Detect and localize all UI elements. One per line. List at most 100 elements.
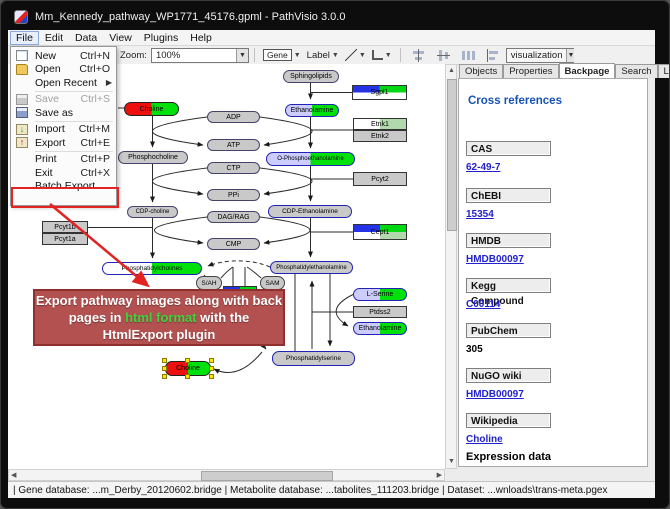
menu-plugins[interactable]: Plugins [138, 31, 184, 45]
node-choline-top[interactable]: Choline [124, 102, 179, 116]
new-label-button[interactable]: Label ▼ [307, 50, 339, 61]
node-atp[interactable]: ATP [207, 139, 260, 151]
node-pcyt1a[interactable]: Pcyt1a [42, 233, 88, 245]
chevron-down-icon[interactable]: ▼ [294, 52, 301, 59]
chevron-down-icon[interactable]: ▼ [359, 52, 366, 59]
menu-item-export[interactable]: ↑ExportCtrl+E [11, 136, 116, 150]
menu-item-label: Save [35, 93, 59, 105]
node-sam[interactable]: SAM [260, 276, 285, 290]
selection-handle[interactable] [209, 366, 214, 371]
scroll-down-icon[interactable]: ▼ [448, 457, 455, 467]
new-line-button[interactable]: ▼ [345, 49, 366, 61]
node-phosphatidylethanolamine[interactable]: Phosphatidylethanolamine [270, 261, 353, 274]
xref-link[interactable]: C00114 [466, 299, 500, 310]
node-sgpl1[interactable]: Sgpl1 [352, 85, 407, 100]
menu-shortcut: Ctrl+O [79, 63, 110, 75]
toolbar-separator [400, 48, 401, 62]
tab-properties[interactable]: Properties [503, 64, 558, 78]
align-center-y-icon[interactable] [437, 49, 450, 62]
selection-handle[interactable] [209, 358, 214, 363]
chevron-down-icon[interactable]: ▼ [566, 49, 574, 62]
selection-handle[interactable] [185, 358, 190, 363]
node-cept1[interactable]: Cept1 [353, 224, 407, 240]
menu-data[interactable]: Data [69, 31, 103, 45]
tab-objects[interactable]: Objects [459, 64, 503, 78]
align-center-x-icon[interactable] [412, 49, 425, 62]
node-ctp[interactable]: CTP [207, 162, 260, 174]
chevron-down-icon[interactable]: ▼ [332, 52, 339, 59]
menu-file[interactable]: File [10, 31, 39, 45]
xref-link[interactable]: Choline [466, 434, 503, 445]
node-ethanolamine-top[interactable]: Ethanolamine [285, 104, 339, 117]
canvas-horizontal-scrollbar[interactable]: ◀ ▶ [8, 469, 445, 481]
vertical-scroll-thumb[interactable] [447, 79, 457, 231]
menu-item-import[interactable]: ↓ImportCtrl+M [11, 123, 116, 137]
node-pcyt1b[interactable]: Pcyt1b [42, 221, 88, 233]
menu-shortcut: Ctrl+S [81, 93, 110, 105]
xref-link[interactable]: HMDB00097 [466, 389, 524, 400]
node-phosphocholine[interactable]: Phosphocholine [118, 151, 188, 164]
node-adp[interactable]: ADP [207, 111, 260, 123]
node-phosphatidylserine[interactable]: Phosphatidylserine [272, 351, 355, 366]
new-connector-button[interactable]: ▼ [372, 50, 392, 60]
node-ethanolamine-bottom[interactable]: Ethanolamine [353, 322, 407, 335]
menu-item-label: New [35, 50, 56, 62]
menu-item-open-recent[interactable]: Open Recent▶ [11, 76, 116, 90]
scroll-left-icon[interactable]: ◀ [11, 471, 16, 481]
selection-handle[interactable] [162, 374, 167, 379]
node-cmp[interactable]: CMP [207, 238, 260, 250]
node-sah[interactable]: S/AH [196, 276, 222, 290]
node-etnk1[interactable]: Etnk1 [353, 118, 407, 130]
tab-search[interactable]: Search [615, 64, 657, 78]
menu-shortcut: Ctrl+M [79, 123, 110, 135]
menu-shortcut: Ctrl+X [81, 167, 110, 179]
new-datanode-button[interactable]: Gene ▼ [263, 49, 301, 61]
node-phosphatidylcholines[interactable]: Phosphatidylcholines [102, 262, 202, 275]
menu-help[interactable]: Help [184, 31, 218, 45]
menu-item-open[interactable]: OpenCtrl+O [11, 63, 116, 77]
node-dag-rag[interactable]: DAG/RAG [207, 211, 260, 223]
menu-item-save: Save Ctrl+S [11, 93, 116, 107]
sidebar-tabs: ObjectsPropertiesBackpageSearchLegend [459, 63, 670, 78]
tab-legend[interactable]: Legend [658, 64, 670, 78]
node-etnk2[interactable]: Etnk2 [353, 130, 407, 142]
menu-item-print[interactable]: PrintCtrl+P [11, 153, 116, 167]
node-l-serine[interactable]: L-Serine [353, 288, 407, 301]
menu-edit[interactable]: Edit [39, 31, 69, 45]
scroll-up-icon[interactable]: ▲ [448, 66, 455, 76]
zoom-combobox[interactable]: 100% ▼ [151, 48, 249, 63]
align-left-icon[interactable] [487, 49, 500, 62]
selection-handle[interactable] [185, 374, 190, 379]
node-cdp-ethanolamine[interactable]: CDP-Ethanolamine [268, 205, 352, 218]
node-ptdss2[interactable]: Ptdss2 [353, 306, 407, 318]
selection-handle[interactable] [209, 374, 214, 379]
export-callout: Export pathway images along with back pa… [33, 289, 285, 346]
title-bar[interactable]: Mm_Kennedy_pathway_WP1771_45176.gpml - P… [8, 5, 648, 29]
node-ppi[interactable]: PPi [207, 189, 260, 201]
selection-handle[interactable] [162, 358, 167, 363]
xref-link[interactable]: 15354 [466, 209, 494, 220]
menu-view[interactable]: View [103, 31, 138, 45]
node-cdp-choline[interactable]: CDP-choline [127, 206, 178, 218]
menu-item-new[interactable]: NewCtrl+N [11, 49, 116, 63]
tab-backpage[interactable]: Backpage [559, 63, 616, 78]
xref-link[interactable]: HMDB00097 [466, 254, 524, 265]
menu-item-label: Open Recent [35, 77, 97, 89]
distribute-horizontal-icon[interactable] [462, 49, 475, 62]
file-menu-dropdown: NewCtrl+NOpenCtrl+OOpen Recent▶ Save Ctrl+… [10, 46, 117, 206]
xref-link[interactable]: 62-49-7 [466, 162, 500, 173]
scroll-right-icon[interactable]: ▶ [437, 471, 442, 481]
node-sphingolipids[interactable]: Sphingolipids [283, 70, 339, 83]
visualization-combobox[interactable]: visualization ▼ [506, 48, 574, 63]
canvas-vertical-scrollbar[interactable]: ▲ ▼ [445, 64, 457, 469]
callout-line-3: HtmlExport plugin [35, 326, 283, 343]
chevron-down-icon[interactable]: ▼ [236, 49, 248, 62]
menu-item-save-as[interactable]: Save as [11, 106, 116, 120]
chevron-down-icon[interactable]: ▼ [385, 52, 392, 59]
node-o-phosphoethanolamine[interactable]: O-Phosphoethanolamine [266, 152, 355, 166]
menu-separator [35, 151, 113, 152]
selection-handle[interactable] [162, 366, 167, 371]
horizontal-scroll-thumb[interactable] [201, 471, 333, 481]
node-pcyt2[interactable]: Pcyt2 [353, 172, 407, 186]
menu-item-exit[interactable]: ExitCtrl+X [11, 166, 116, 180]
